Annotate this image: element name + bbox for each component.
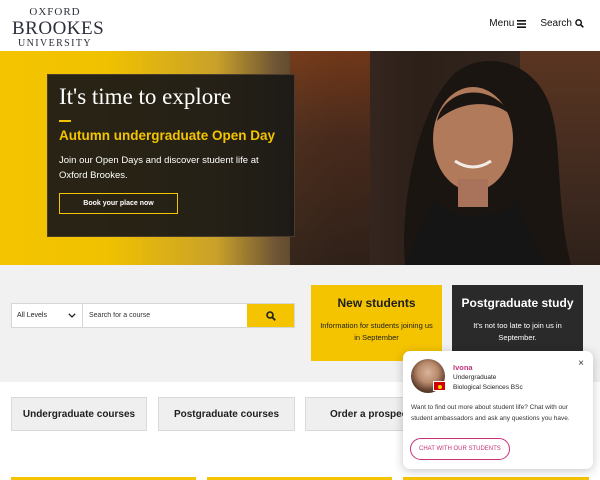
ambassador-subject: Biological Sciences BSc <box>453 384 523 391</box>
top-nav: Menu Search <box>489 18 584 29</box>
new-students-card[interactable]: New students Information for students jo… <box>311 285 442 361</box>
hero-accent-rule <box>59 120 71 122</box>
chevron-down-icon <box>68 313 76 318</box>
student-chat-widget: × Ivona Undergraduate Biological Science… <box>403 351 593 469</box>
ambassador-level: Undergraduate <box>453 374 497 381</box>
university-logo[interactable]: OXFORD BROOKES UNIVERSITY <box>12 6 105 49</box>
search-icon <box>575 19 584 28</box>
hero-description: Join our Open Days and discover student … <box>59 155 259 181</box>
postgraduate-study-title: Postgraduate study <box>461 296 574 310</box>
level-select[interactable]: All Levels <box>12 304 83 327</box>
hero-banner: It's time to explore Autumn undergraduat… <box>0 51 600 265</box>
postgraduate-study-text: It's not too late to join us in Septembe… <box>473 321 562 342</box>
flag-icon <box>433 381 446 391</box>
course-search-submit-button[interactable] <box>247 304 294 327</box>
menu-label: Menu <box>489 18 515 29</box>
hamburger-icon <box>517 19 527 28</box>
search-label: Search <box>540 18 572 29</box>
undergraduate-courses-button[interactable]: Undergraduate courses <box>11 397 147 431</box>
course-search-input[interactable] <box>83 304 247 327</box>
chat-with-students-button[interactable]: CHAT WITH OUR STUDENTS <box>410 438 510 460</box>
ambassador-name: Ivona <box>453 363 473 372</box>
close-icon[interactable]: × <box>578 358 584 369</box>
search-button[interactable]: Search <box>540 18 584 29</box>
hero-promo-box: It's time to explore Autumn undergraduat… <box>47 74 295 237</box>
hero-title: It's time to explore <box>59 84 232 109</box>
new-students-title: New students <box>337 296 416 310</box>
search-icon <box>265 310 276 321</box>
chat-message: Want to find out more about student life… <box>411 404 570 422</box>
hero-subtitle: Autumn undergraduate Open Day <box>59 128 276 143</box>
logo-line-2: BROOKES <box>12 18 105 39</box>
hero-student-photo <box>404 60 571 265</box>
book-place-button[interactable]: Book your place now <box>59 193 178 214</box>
site-header: OXFORD BROOKES UNIVERSITY Menu Search <box>0 0 600 51</box>
course-search-form: All Levels <box>11 303 295 328</box>
level-select-value: All Levels <box>17 312 47 319</box>
logo-line-1: OXFORD <box>29 6 81 18</box>
postgraduate-study-card[interactable]: Postgraduate study It's not too late to … <box>452 285 583 361</box>
menu-button[interactable]: Menu <box>489 18 527 29</box>
logo-line-3: UNIVERSITY <box>18 38 92 49</box>
new-students-text: Information for students joining us in S… <box>320 321 433 342</box>
postgraduate-courses-button[interactable]: Postgraduate courses <box>158 397 295 431</box>
